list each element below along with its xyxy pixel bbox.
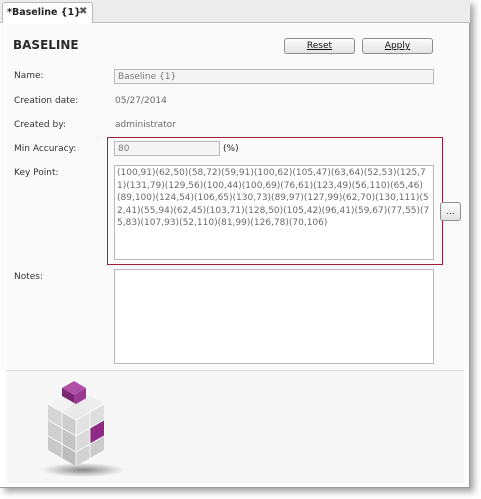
baseline-form: BASELINE Reset Apply Name: Baseline {1} …: [1, 24, 469, 369]
notes-textarea[interactable]: [114, 269, 434, 364]
name-label: Name:: [14, 71, 44, 81]
creation-date-label: Creation date:: [14, 96, 79, 106]
name-field[interactable]: Baseline {1}: [114, 69, 434, 84]
key-point-label: Key Point:: [14, 168, 59, 178]
creation-date-value: 05/27/2014: [115, 96, 167, 106]
baseline-editor-window: *Baseline {1} ✖ BASELINE Reset Apply Nam…: [0, 0, 470, 488]
tab-baseline[interactable]: *Baseline {1} ✖: [2, 2, 93, 23]
close-icon[interactable]: ✖: [79, 6, 87, 17]
tab-label: *Baseline {1}: [7, 7, 81, 18]
created-by-value: administrator: [115, 120, 176, 130]
cube-logo-icon: [41, 381, 125, 477]
page-title: BASELINE: [13, 38, 79, 52]
min-accuracy-label: Min Accuracy:: [14, 144, 77, 154]
logo-panel: [6, 370, 464, 483]
reset-button-label: Reset: [306, 41, 333, 51]
reset-button[interactable]: Reset: [284, 38, 355, 54]
key-point-browse-button[interactable]: ...: [440, 202, 461, 221]
created-by-label: Created by:: [14, 120, 66, 130]
min-accuracy-field[interactable]: 80: [114, 141, 220, 156]
min-accuracy-unit: (%): [223, 144, 239, 154]
apply-button-label: Apply: [384, 41, 411, 51]
notes-label: Notes:: [14, 272, 44, 282]
apply-button[interactable]: Apply: [362, 38, 433, 54]
tab-strip: *Baseline {1} ✖: [0, 0, 470, 23]
key-point-textarea[interactable]: (100,91)(62,50)(58,72)(59,91)(100,62)(10…: [114, 165, 434, 260]
